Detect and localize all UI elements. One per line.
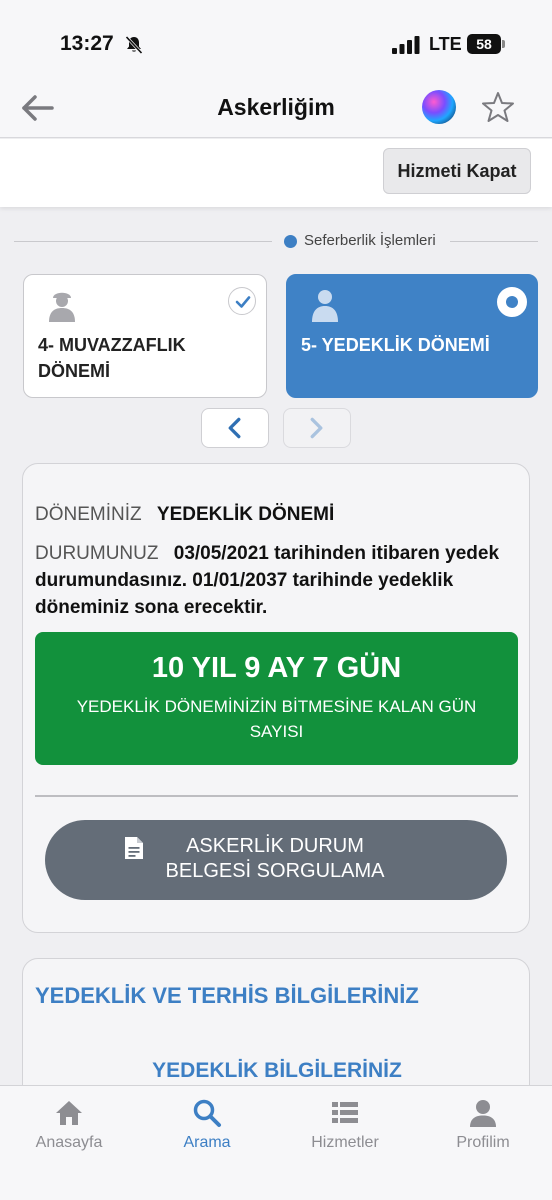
period-card-label: 4- MUVAZZAFLIK DÖNEMİ [38,335,186,381]
tab-label: Profilim [456,1134,510,1151]
period-key: DÖNEMİNİZ [35,504,142,525]
siri-icon[interactable] [422,90,456,124]
soldier-icon [49,292,75,322]
period-card-label: 5- YEDEKLİK DÖNEMİ [301,335,490,355]
period-value: YEDEKLİK DÖNEMİ [156,504,335,525]
home-icon [56,1101,82,1125]
close-service-button[interactable]: Hizmeti Kapat [383,148,531,194]
countdown-caption: YEDEKLİK DÖNEMİNİZİN BİTMESİNE KALAN GÜN… [76,697,477,741]
chevron-right-icon [310,417,323,439]
selected-radio-icon [497,287,527,317]
battery-level: 58 [467,34,501,54]
previous-button[interactable] [201,408,269,448]
section-title: YEDEKLİK VE TERHİS BİLGİLERİNİZ [35,983,419,1008]
signal-icon [392,36,420,54]
panel-divider [35,795,518,797]
page-title: Askerliğim [217,94,335,120]
status-bar: 13:27 LTE 58 [0,0,552,80]
tab-bar: Anasayfa Arama Hizmetler Profilim [0,1085,552,1200]
subsection-title[interactable]: YEDEKLİK BİLGİLERİNİZ [23,1059,531,1083]
chevron-left-icon [228,417,241,439]
document-icon [125,837,143,859]
period-card-yedeklik[interactable]: 5- YEDEKLİK DÖNEMİ [286,274,538,398]
status-key: DURUMUNUZ [35,543,159,564]
person-icon [470,1100,496,1127]
next-button[interactable] [283,408,351,448]
network-label: LTE [429,34,462,54]
military-status-document-button[interactable]: ASKERLİK DURUM BELGESİ SORGULAMA [45,820,507,900]
star-icon[interactable] [481,90,515,124]
tab-search[interactable]: Arama [138,1086,276,1166]
legend-divider-right [450,241,538,242]
tab-services[interactable]: Hizmetler [276,1086,414,1166]
tab-label: Anasayfa [35,1134,103,1151]
completed-check-icon [228,287,256,315]
tab-label: Hizmetler [311,1134,379,1151]
legend-divider-left [14,241,272,242]
tab-label: Arama [183,1134,231,1151]
document-button-label: ASKERLİK DURUM BELGESİ SORGULAMA [165,835,385,882]
period-card-muvazzaflik[interactable]: 4- MUVAZZAFLIK DÖNEMİ [23,274,267,398]
battery-icon: 58 [467,34,505,54]
status-row: DURUMUNUZ 03/05/2021 tarihinden itibaren… [35,540,505,621]
bell-slash-icon [125,35,143,55]
legend-dot [284,235,297,248]
period-row: DÖNEMİNİZ YEDEKLİK DÖNEMİ [35,501,505,528]
tab-home[interactable]: Anasayfa [0,1086,138,1166]
action-strip: Hizmeti Kapat [0,139,552,207]
navigation-bar: Askerliğim [0,80,552,138]
countdown-box: 10 YIL 9 AY 7 GÜN YEDEKLİK DÖNEMİNİZİN B… [35,632,518,765]
radio-dot [506,296,518,308]
status-time: 13:27 [60,32,114,55]
search-icon [193,1099,221,1127]
countdown-value: 10 YIL 9 AY 7 GÜN [151,652,402,684]
legend-label: Seferberlik İşlemleri [304,232,436,249]
period-info-panel: DÖNEMİNİZ YEDEKLİK DÖNEMİ DURUMUNUZ 03/0… [22,463,530,933]
tab-profile[interactable]: Profilim [414,1086,552,1166]
person-icon [312,290,338,322]
battery-tip [502,40,505,48]
list-icon [332,1102,358,1123]
